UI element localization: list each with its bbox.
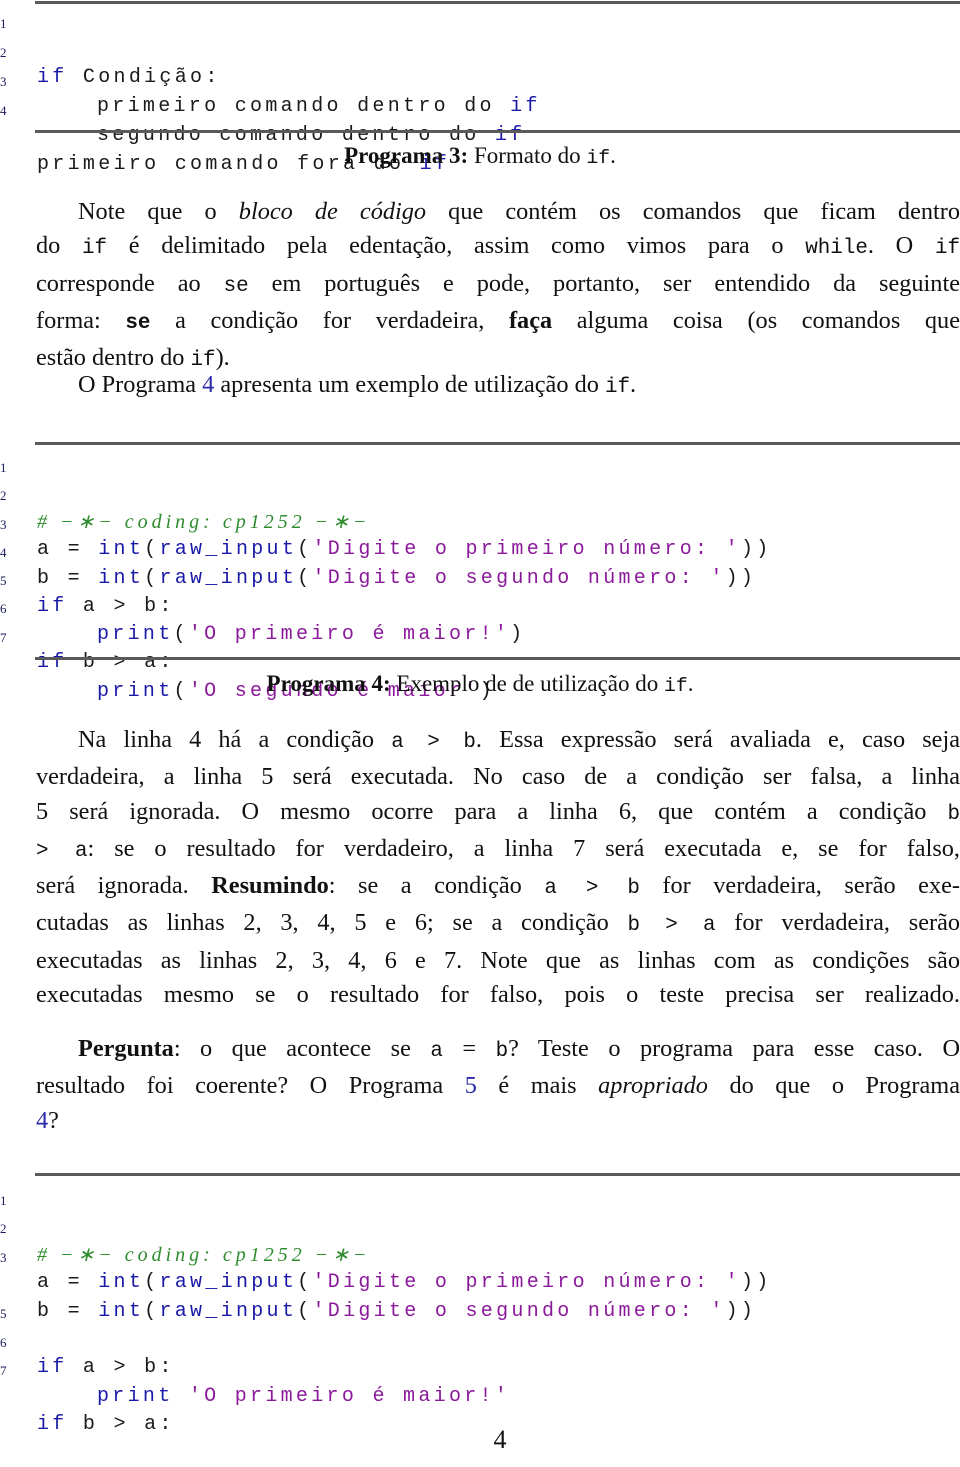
code-line: 3 b = int(raw_input('Digite o segundo nú… — [0, 1242, 753, 1323]
page-number: 4 — [493, 1425, 507, 1454]
code-line: 5 print('O primeiro é maior!') — [0, 565, 522, 646]
line-number: 5 — [0, 573, 7, 588]
line-number: 2 — [0, 45, 7, 60]
caption-text: Formato do — [473, 143, 587, 168]
line-number: 6 — [0, 601, 7, 616]
code-line: 2 a = int(raw_input('Digite o primeiro n… — [0, 1213, 768, 1294]
program-3-top-rule — [35, 1, 960, 4]
keyword: if — [510, 95, 541, 118]
bold-text: Resumindo — [211, 872, 329, 900]
line-number: 1 — [0, 460, 7, 475]
emphasis: bloco de código — [238, 198, 427, 225]
line-number: 6 — [0, 1335, 7, 1350]
bold-text: Pergunta — [78, 1035, 174, 1062]
caption-code: if — [664, 675, 688, 697]
code-line: 6 if b > a: — [0, 593, 171, 674]
line-number: 5 — [0, 1306, 7, 1321]
program-3-caption: Programa 3: Formato do if. — [0, 143, 960, 169]
program-4-link[interactable]: 4 — [36, 1107, 48, 1134]
code-line: 3 segundo comando dentro do if — [0, 66, 522, 147]
caption-end: . — [610, 143, 616, 168]
string-literal: 'Digite o primeiro número: ' — [312, 538, 741, 561]
line-number: 4 — [0, 545, 7, 560]
code-line: 3 b = int(raw_input('Digite o segundo nú… — [0, 509, 753, 590]
caption-label: Programa 3: — [344, 143, 469, 168]
line-number: 1 — [0, 1193, 7, 1208]
bold-text: faça — [508, 306, 553, 334]
code-line: 4 if a > b: — [0, 537, 171, 618]
string-literal: 'Digite o segundo número: ' — [312, 1300, 726, 1323]
code-line: 1 # −∗− coding: cp1252 −∗− — [0, 1185, 366, 1266]
line-number: 3 — [0, 74, 7, 89]
string-literal: 'O primeiro é maior!' — [173, 1385, 511, 1408]
code-line: 5 if a > b: — [0, 1298, 171, 1379]
paragraph-question: Pergunta: o que acontece se a = b? Teste… — [36, 1035, 960, 1134]
program-3-bottom-rule — [35, 130, 960, 133]
paragraph-explanation: Na linha 4 há a condição a > b. Essa exp… — [36, 726, 960, 1009]
code-line: 1 if Condição: — [0, 8, 217, 89]
caption-label: Programa 4: — [266, 671, 391, 696]
program-5-link[interactable]: 5 — [465, 1072, 477, 1099]
program-4-link[interactable]: 4 — [202, 371, 214, 398]
program-4-top-rule — [35, 442, 960, 445]
line-number: 7 — [0, 630, 7, 645]
comment: # −∗− coding: cp1252 −∗− — [37, 511, 371, 533]
string-literal: 'Digite o segundo número: ' — [312, 567, 726, 590]
paragraph-program-4-intro: O Programa 4 apresenta um exemplo de uti… — [78, 371, 637, 399]
line-number: 3 — [0, 517, 7, 532]
program-5-top-rule — [35, 1173, 960, 1176]
string-literal: 'Digite o primeiro número: ' — [312, 1271, 741, 1294]
paragraph-if-block: Note que o bloco de código que contém os… — [36, 198, 960, 373]
line-number: 2 — [0, 1221, 7, 1236]
program-4-bottom-rule — [35, 657, 960, 660]
caption-code: if — [586, 147, 611, 169]
code-line: 7 if b > a: — [0, 1355, 171, 1436]
line-number: 2 — [0, 488, 7, 503]
caption-end: . — [687, 671, 694, 696]
code-line: 4 primeiro comando fora do if — [0, 95, 447, 176]
line-number: 4 — [0, 103, 7, 118]
string-literal: 'O primeiro é maior!' — [188, 623, 511, 646]
emphasis: apropriado — [598, 1072, 708, 1100]
code-line: 2 primeiro comando dentro do if — [0, 37, 538, 118]
comment: # −∗− coding: cp1252 −∗− — [37, 1244, 371, 1266]
line-number: 3 — [0, 1250, 7, 1265]
code-text: primeiro comando dentro do — [97, 95, 511, 118]
code-line: 6 print 'O primeiro é maior!' — [0, 1327, 507, 1408]
code-text: Condição: — [67, 66, 221, 89]
program-4-caption: Programa 4: Exemplo de de utilização do … — [0, 671, 960, 697]
caption-text: Exemplo de de utilização do — [396, 671, 664, 696]
code-line: 7 print('O segundo é maior') — [0, 622, 492, 703]
code-line: 1 # −∗− coding: cp1252 −∗− — [0, 452, 366, 533]
code-line: 2 a = int(raw_input('Digite o primeiro n… — [0, 480, 768, 561]
line-number: 7 — [0, 1363, 7, 1378]
line-number: 1 — [0, 16, 7, 31]
